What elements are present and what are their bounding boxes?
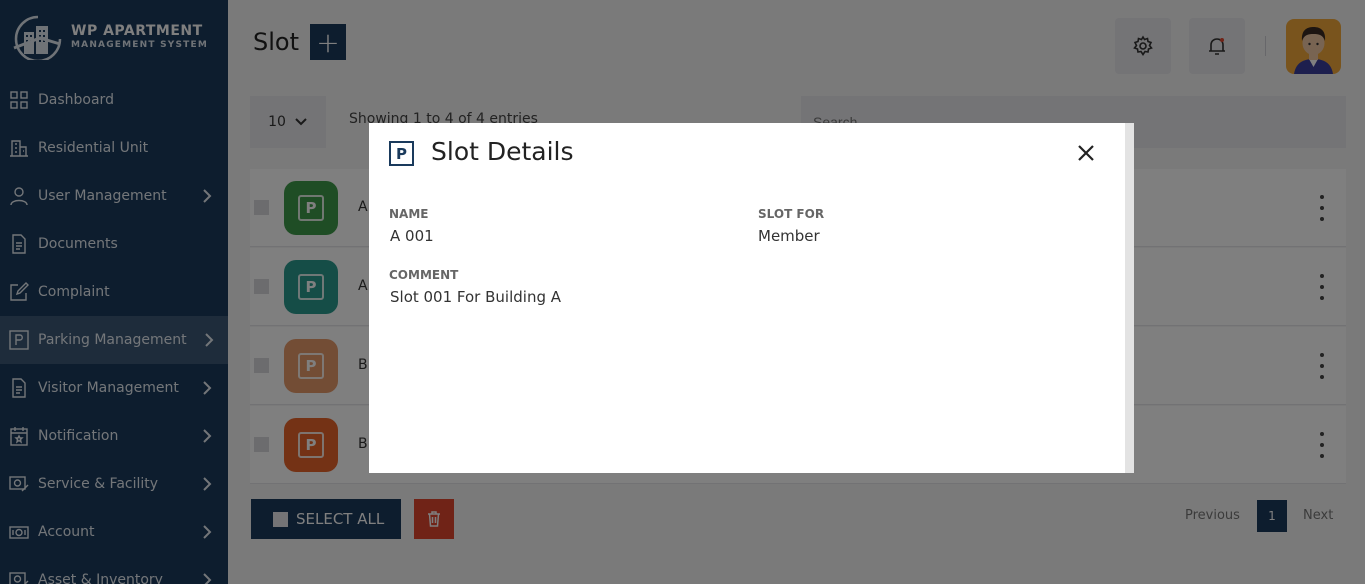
slot-for-label: SLOT FOR [758, 207, 825, 221]
close-icon[interactable] [1075, 142, 1097, 164]
name-value: A 001 [390, 227, 434, 245]
modal-scrollbar[interactable] [1125, 123, 1134, 473]
name-label: NAME [389, 207, 429, 221]
comment-label: COMMENT [389, 268, 459, 282]
slot-details-modal: P Slot Details NAME A 001 SLOT FOR Membe… [369, 123, 1134, 473]
parking-icon: P [389, 141, 414, 166]
slot-for-value: Member [758, 227, 820, 245]
comment-value: Slot 001 For Building A [390, 288, 561, 306]
modal-title: Slot Details [431, 137, 574, 166]
